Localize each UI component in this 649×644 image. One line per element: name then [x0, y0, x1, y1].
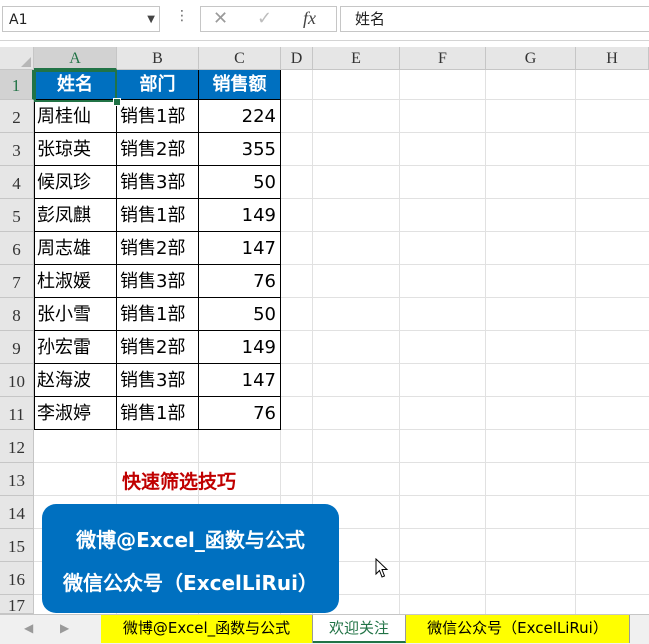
caption-text: 快速筛选技巧 [122, 471, 237, 493]
insert-function-icon[interactable]: fx [303, 8, 316, 29]
table-cell-name[interactable]: 周桂仙 [34, 100, 117, 133]
row-header-3[interactable]: 3 [0, 133, 34, 166]
table-header-cell[interactable]: 部门 [117, 70, 199, 100]
name-box-value: A1 [9, 12, 28, 28]
gridline-vertical [575, 70, 576, 614]
column-header-a[interactable]: A [34, 47, 117, 70]
table-cell-sales[interactable]: 50 [199, 166, 281, 199]
column-header-g[interactable]: G [486, 47, 576, 70]
row-header-5[interactable]: 5 [0, 199, 34, 232]
column-header-e[interactable]: E [313, 47, 400, 70]
row-header-15[interactable]: 15 [0, 529, 34, 562]
table-cell-sales[interactable]: 147 [199, 232, 281, 265]
row-header-4[interactable]: 4 [0, 166, 34, 199]
table-cell-sales[interactable]: 76 [199, 397, 281, 430]
row-header-13[interactable]: 13 [0, 463, 34, 496]
formula-buttons: ✕ ✓ fx [200, 6, 337, 32]
row-header-12[interactable]: 12 [0, 430, 34, 463]
table-cell-sales[interactable]: 147 [199, 364, 281, 397]
gridline-horizontal [34, 495, 649, 496]
row-header-17[interactable]: 17 [0, 595, 34, 615]
promo-banner: 微博@Excel_函数与公式 微信公众号（ExcelLiRui） [42, 504, 339, 613]
row-header-8[interactable]: 8 [0, 298, 34, 331]
table-cell-name[interactable]: 候凤珍 [34, 166, 117, 199]
table-cell-dept[interactable]: 销售1部 [117, 100, 199, 133]
row-header-11[interactable]: 11 [0, 397, 34, 430]
table-cell-sales[interactable]: 149 [199, 199, 281, 232]
gridline-vertical [485, 70, 486, 614]
row-header-16[interactable]: 16 [0, 562, 34, 595]
promo-line-weibo: 微博@Excel_函数与公式 [76, 528, 305, 552]
tab-scroll-right-icon[interactable]: ▶ [60, 621, 69, 635]
gridline-horizontal [34, 462, 649, 463]
sheet-tab-wechat[interactable]: 微信公众号（ExcelLiRui） [406, 615, 630, 643]
table-cell-name[interactable]: 张琼英 [34, 133, 117, 166]
table-cell-sales[interactable]: 149 [199, 331, 281, 364]
table-cell-dept[interactable]: 销售3部 [117, 265, 199, 298]
table-cell-name[interactable]: 孙宏雷 [34, 331, 117, 364]
promo-line-wechat: 微信公众号（ExcelLiRui） [63, 571, 318, 595]
table-header-cell[interactable]: 姓名 [34, 70, 117, 100]
sheet-tab-welcome[interactable]: 欢迎关注 [313, 615, 406, 643]
table-cell-dept[interactable]: 销售1部 [117, 397, 199, 430]
mouse-pointer-icon [375, 558, 389, 578]
table-cell-name[interactable]: 张小雪 [34, 298, 117, 331]
table-cell-name[interactable]: 赵海波 [34, 364, 117, 397]
table-cell-sales[interactable]: 224 [199, 100, 281, 133]
table-cell-dept[interactable]: 销售2部 [117, 232, 199, 265]
sheet-tab-bar: ◀ ▶ 微博@Excel_函数与公式 欢迎关注 微信公众号（ExcelLiRui… [0, 614, 649, 644]
tab-scroll-left-icon[interactable]: ◀ [24, 621, 33, 635]
formula-input[interactable]: 姓名 [340, 6, 649, 32]
row-header-9[interactable]: 9 [0, 331, 34, 364]
table-cell-sales[interactable]: 76 [199, 265, 281, 298]
more-options-icon[interactable]: ⋮ [175, 8, 189, 24]
table-cell-name[interactable]: 彭凤麒 [34, 199, 117, 232]
column-header-f[interactable]: F [400, 47, 486, 70]
row-header-7[interactable]: 7 [0, 265, 34, 298]
column-header-h[interactable]: H [576, 47, 649, 70]
table-cell-sales[interactable]: 355 [199, 133, 281, 166]
row-header-2[interactable]: 2 [0, 100, 34, 133]
row-header-6[interactable]: 6 [0, 232, 34, 265]
enter-icon[interactable]: ✓ [257, 8, 272, 29]
column-header-d[interactable]: D [281, 47, 313, 70]
table-cell-name[interactable]: 李淑婷 [34, 397, 117, 430]
row-header-1[interactable]: 1 [0, 70, 34, 100]
table-cell-dept[interactable]: 销售2部 [117, 133, 199, 166]
table-cell-dept[interactable]: 销售3部 [117, 364, 199, 397]
sheet-tab-weibo[interactable]: 微博@Excel_函数与公式 [101, 615, 313, 643]
row-header-14[interactable]: 14 [0, 496, 34, 529]
formula-bar: A1 ▼ ⋮ ✕ ✓ fx 姓名 [0, 0, 649, 41]
select-all-corner[interactable] [0, 47, 34, 70]
column-header-c[interactable]: C [199, 47, 281, 70]
table-cell-dept[interactable]: 销售1部 [117, 298, 199, 331]
cancel-icon[interactable]: ✕ [213, 8, 228, 29]
table-cell-dept[interactable]: 销售3部 [117, 166, 199, 199]
gridline-vertical [399, 70, 400, 614]
row-header-10[interactable]: 10 [0, 364, 34, 397]
table-cell-dept[interactable]: 销售1部 [117, 199, 199, 232]
table-cell-name[interactable]: 周志雄 [34, 232, 117, 265]
column-header-b[interactable]: B [117, 47, 199, 70]
name-box[interactable]: A1 ▼ [2, 6, 160, 32]
table-header-cell[interactable]: 销售额 [199, 70, 281, 100]
table-cell-dept[interactable]: 销售2部 [117, 331, 199, 364]
table-cell-sales[interactable]: 50 [199, 298, 281, 331]
table-cell-name[interactable]: 杜淑媛 [34, 265, 117, 298]
chevron-down-icon[interactable]: ▼ [147, 7, 155, 33]
fill-handle[interactable] [113, 98, 121, 106]
